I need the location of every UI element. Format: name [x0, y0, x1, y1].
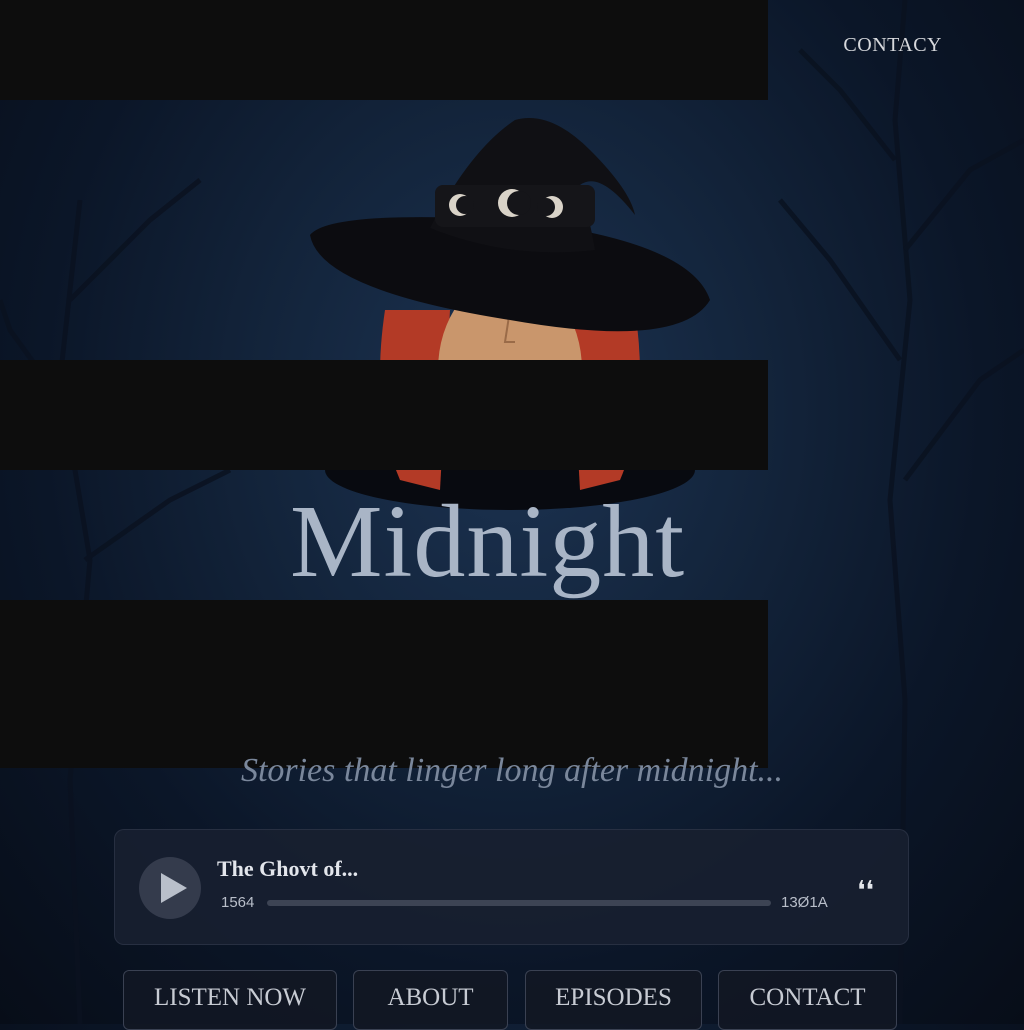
- audio-player: The Ghovt of... 1564 13Ø1A ❛❛: [114, 829, 909, 945]
- play-button[interactable]: [139, 857, 201, 919]
- podcast-title: Midnight: [290, 484, 686, 599]
- contact-button[interactable]: CONTACT: [718, 970, 897, 1030]
- episode-title: The Ghovt of...: [217, 856, 359, 881]
- redaction-bar-lower: [0, 600, 768, 768]
- progress-bar[interactable]: [267, 900, 771, 906]
- time-total: 13Ø1A: [781, 894, 828, 911]
- podcast-tagline: Stories that linger long after midnight.…: [240, 752, 784, 789]
- contact-link-header[interactable]: CONTACY: [843, 34, 942, 57]
- redaction-bar-top: [0, 0, 768, 100]
- listen-now-button[interactable]: LISTEN NOW: [123, 970, 337, 1030]
- about-button[interactable]: ABOUT: [353, 970, 508, 1030]
- time-elapsed: 1564: [221, 894, 255, 911]
- redaction-bar-middle: [0, 360, 768, 470]
- episodes-button[interactable]: EPISODES: [525, 970, 702, 1030]
- speaker-icon[interactable]: ❛❛: [857, 878, 874, 904]
